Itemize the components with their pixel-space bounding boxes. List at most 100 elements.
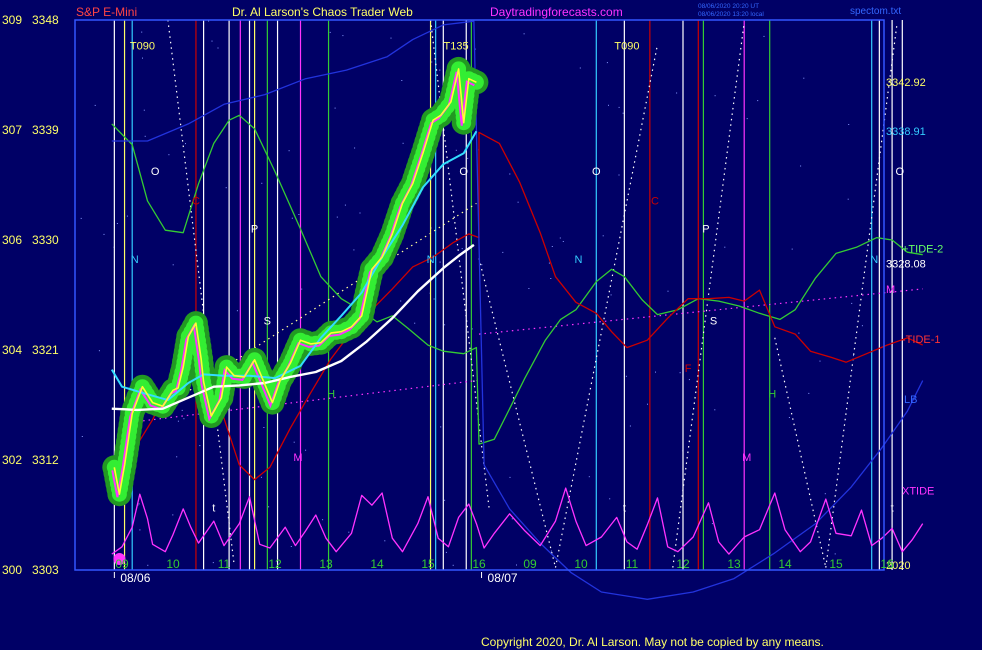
star-dot [688,379,690,381]
star-dot [439,69,441,71]
letter-mark: S [710,315,717,327]
star-dot [334,107,336,109]
timestamp-ut: 08/06/2020 20:20 UT [698,3,759,10]
star-dot [523,33,525,35]
star-dot [354,147,356,149]
star-dot [305,449,307,451]
star-dot [183,418,185,420]
star-dot [788,417,790,418]
copyright-text: Copyright 2020, Dr. Al Larson. May not b… [481,635,824,649]
x-hour-label: 13 [319,557,333,571]
letter-mark: t [891,502,894,514]
star-dot [746,118,748,120]
star-dot [516,564,517,566]
star-dot [94,104,96,106]
star-dot [724,246,726,248]
letter-mark: N [131,254,139,266]
star-dot [800,165,802,167]
letter-mark: N [427,254,435,266]
letter-mark: O [895,166,904,178]
y-tick-label: 306 [2,233,22,247]
symbol-label: S&P E-Mini [76,5,137,19]
star-dot [342,35,344,37]
star-dot [528,288,530,289]
star-dot [98,350,100,352]
star-dot [291,217,293,219]
letter-mark: N [870,254,878,266]
right-label: 3328.08 [886,258,926,270]
star-dot [400,300,402,302]
letter-mark: O [151,166,160,178]
star-dot [81,436,83,437]
y-tick-price: 3339 [32,123,59,137]
star-dot [290,546,292,547]
star-dot [353,249,355,251]
star-dot [609,498,611,500]
star-dot [142,57,143,59]
star-dot [293,441,295,443]
star-dot [618,174,620,176]
star-dot [548,262,550,264]
star-dot [359,212,361,214]
star-dot [551,246,553,247]
right-label: LB [904,394,917,406]
star-dot [260,476,262,478]
star-dot [236,310,238,312]
letter-mark: M [742,452,751,464]
star-dot [509,476,511,478]
study-file-label: spectom.txt [850,6,901,17]
site-link[interactable]: Daytradingforecasts.com [490,5,623,19]
star-dot [679,372,681,374]
star-dot [147,564,149,566]
letter-mark: P [702,224,709,236]
letter-mark: t [212,502,215,514]
star-dot [384,540,386,542]
star-dot [853,355,854,357]
y-tick-price: 3303 [32,563,59,577]
y-tick-label: 304 [2,343,22,357]
letter-mark: H [327,389,335,401]
letter-mark: H [768,389,776,401]
x-hour-label: 12 [676,557,690,571]
star-dot [172,514,174,516]
x-hour-label: 16 [472,557,486,571]
star-dot [263,427,265,428]
letter-mark: C [192,196,200,208]
x-hour-label: 09 [115,557,129,571]
y-tick-price: 3330 [32,233,59,247]
star-dot [268,506,270,508]
y-tick-label: 300 [2,563,22,577]
x-hour-label: 09 [523,557,537,571]
star-dot [848,124,850,125]
star-dot [808,392,810,394]
star-dot [431,61,433,63]
star-dot [212,562,214,564]
right-label: +TIDE-2 [902,244,943,256]
star-dot [402,142,404,144]
star-dot [647,403,648,405]
star-dot [550,278,552,279]
star-dot [414,322,416,324]
star-dot [452,564,454,566]
star-dot [301,288,303,290]
star-dot [144,135,146,137]
letter-mark: T135 [444,40,469,52]
star-dot [803,77,805,79]
day-label: 08/06 [120,571,150,585]
star-dot [562,241,564,242]
y-tick-label: 307 [2,123,22,137]
star-dot [176,456,178,458]
star-dot [440,426,442,428]
star-dot [824,493,826,495]
chart-background [0,0,982,650]
y-tick-price: 3312 [32,453,59,467]
star-dot [676,92,678,94]
star-dot [261,182,263,184]
star-dot [714,95,716,97]
star-dot [511,518,513,520]
star-dot [181,409,183,411]
star-dot [225,187,227,189]
star-dot [444,499,446,501]
star-dot [172,264,174,266]
star-dot [444,324,446,326]
